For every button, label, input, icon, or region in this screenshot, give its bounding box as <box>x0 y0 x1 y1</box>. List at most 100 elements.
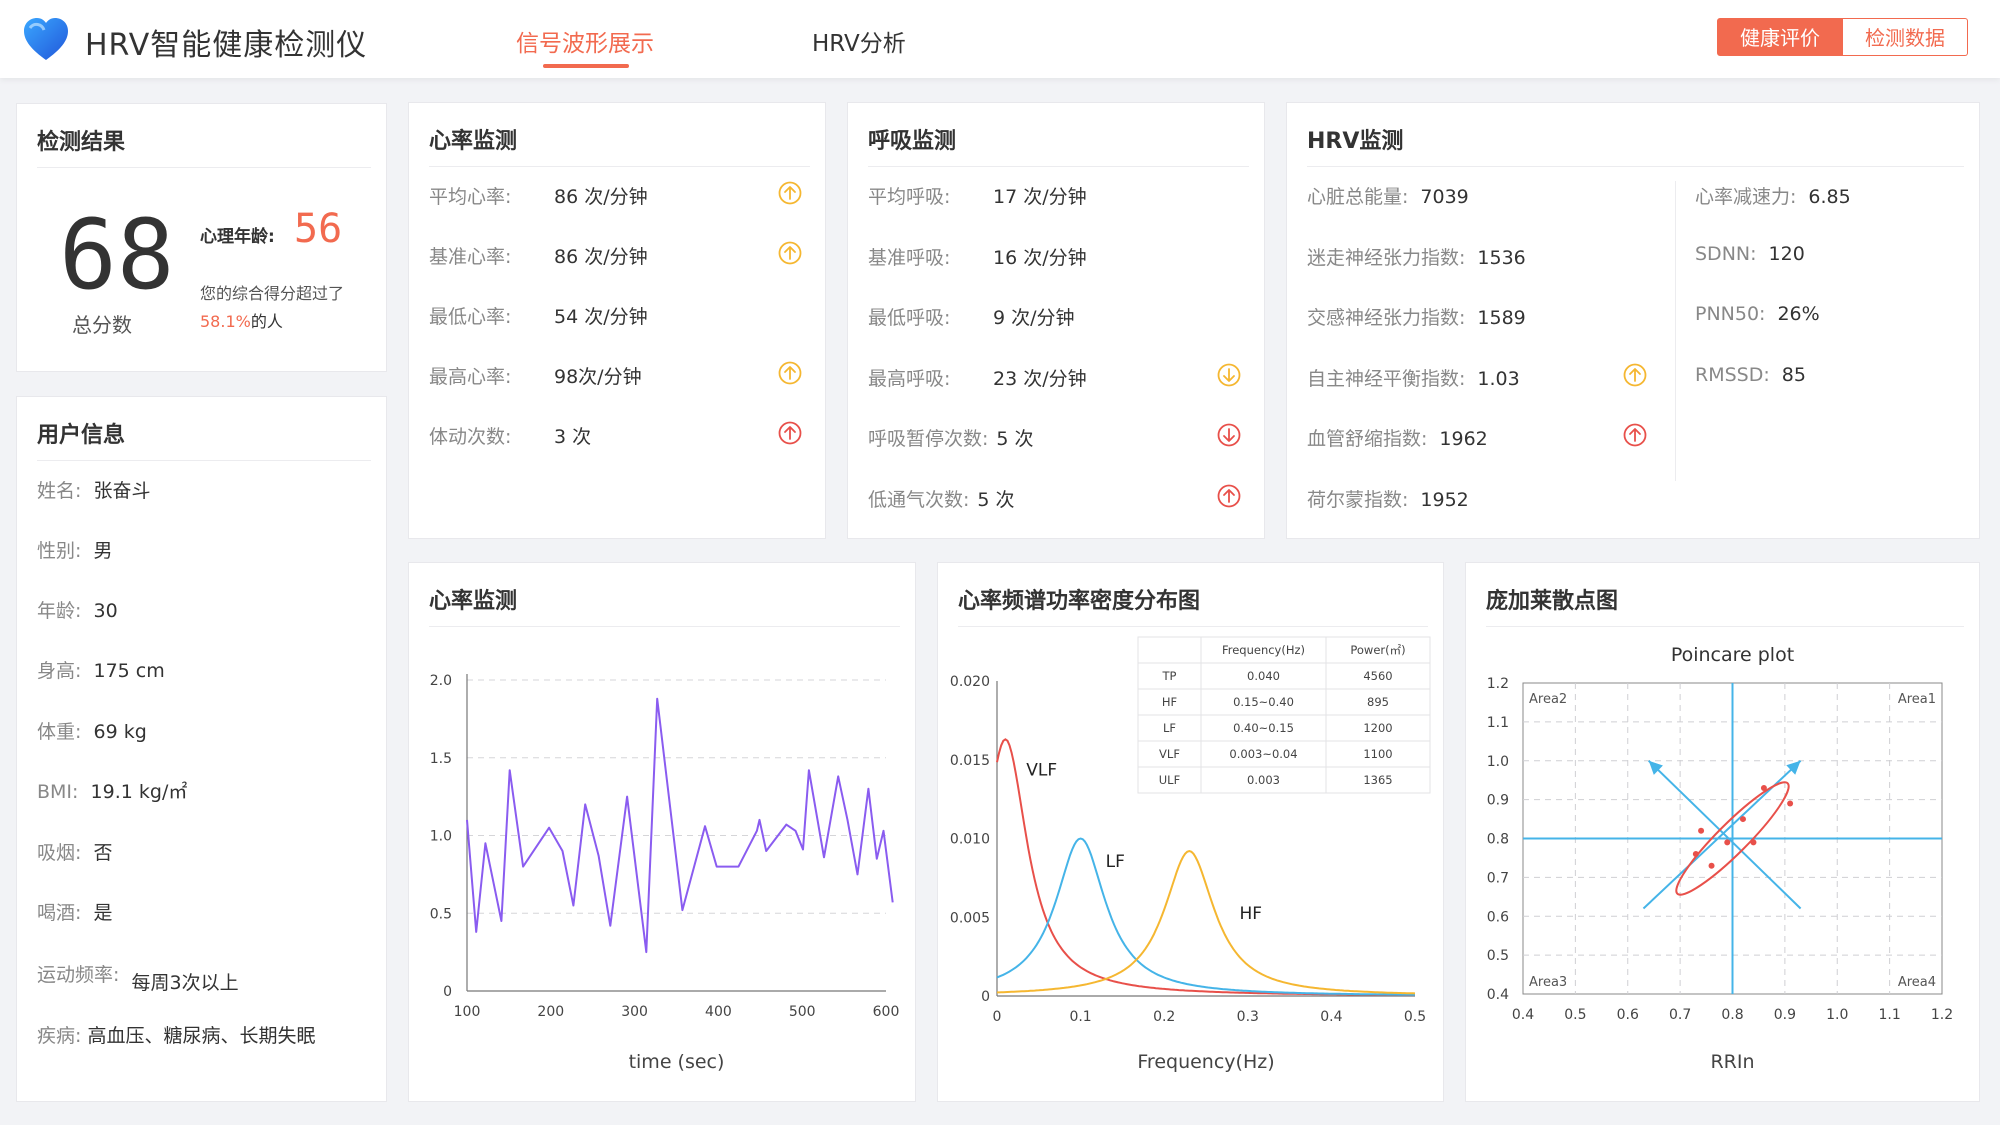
x-tick-label: 0.4 <box>1320 1009 1342 1025</box>
scatter-point <box>1692 851 1699 858</box>
heart-rate-row: 最低心率: 54 次/分钟 <box>429 302 648 329</box>
row-label: 体动次数: <box>429 426 512 448</box>
hrv-row: 血管舒缩指数: 1962 <box>1307 424 1488 451</box>
row-value: 1962 <box>1439 428 1488 450</box>
x-tick-label: 1.1 <box>1878 1007 1900 1023</box>
percent-value: 58.1% <box>200 312 251 331</box>
x-tick-label: 400 <box>705 1004 732 1020</box>
tab-hrv-analysis[interactable]: HRV分析 <box>812 24 906 58</box>
field-value: 175 cm <box>93 660 165 682</box>
divider <box>37 460 371 461</box>
tab-signal-waveform[interactable]: 信号波形展示 <box>516 24 654 58</box>
mental-age-label: 心理年龄: <box>200 227 275 247</box>
row-value: 6.85 <box>1808 186 1851 208</box>
hrv-row: 心脏总能量: 7039 <box>1307 182 1469 209</box>
row-value: 54 次/分钟 <box>554 306 648 328</box>
heart-logo-icon <box>24 18 68 60</box>
user-field-bmi: BMI: 19.1 kg/㎡ <box>37 777 187 804</box>
field-value: 69 kg <box>93 721 147 743</box>
row-label: 平均呼吸: <box>868 186 951 208</box>
row-value: 16 次/分钟 <box>993 246 1087 269</box>
field-value: 是 <box>93 902 113 924</box>
table-header: Frequency(Hz) <box>1222 643 1305 657</box>
table-cell: 1200 <box>1363 721 1392 735</box>
psd-series-lf <box>996 837 1415 996</box>
x-tick-label: 1.2 <box>1931 1007 1953 1023</box>
user-field-disease: 疾病: 高血压、糖尿病、长期失眠 <box>37 1021 315 1048</box>
row-value: 120 <box>1768 242 1805 265</box>
y-tick-label: 0.7 <box>1487 870 1509 886</box>
quadrant-label: Area3 <box>1529 975 1567 990</box>
row-label: 自主神经平衡指数: <box>1307 367 1466 390</box>
y-tick-label: 0.5 <box>430 906 452 922</box>
x-tick-label: 0.5 <box>1564 1007 1586 1023</box>
y-tick-label: 0.5 <box>1487 948 1509 964</box>
row-label: 低通气次数: <box>868 488 970 511</box>
field-value: 19.1 kg/㎡ <box>90 781 188 803</box>
table-cell: 4560 <box>1363 669 1392 683</box>
x-tick-label: 0.6 <box>1617 1007 1639 1023</box>
breath-card: 呼吸监测 平均呼吸: 17 次/分钟 基准呼吸: 16 次/分钟 最低呼吸: 9 次/分钟… <box>847 102 1265 539</box>
top-bar: HRV智能健康检测仪 信号波形展示 HRV分析 健康评价 检测数据 <box>0 0 2000 78</box>
app-title: HRV智能健康检测仪 <box>85 28 368 63</box>
icon-arrow <box>1629 428 1641 442</box>
score-percent: 58.1%的人 <box>200 308 283 332</box>
row-label: 最低心率: <box>429 306 512 328</box>
breath-row: 平均呼吸: 17 次/分钟 <box>868 182 1087 209</box>
breath-row: 基准呼吸: 16 次/分钟 <box>868 243 1087 270</box>
user-field-name: 姓名: 张奋斗 <box>37 476 151 503</box>
breath-row: 呼吸暂停次数: 5 次 <box>868 424 1034 451</box>
column-divider <box>1675 181 1676 481</box>
table-cell: LF <box>1163 721 1176 735</box>
row-value: 17 次/分钟 <box>993 186 1087 208</box>
hrv-row: 迷走神经张力指数: 1536 <box>1307 243 1526 270</box>
icon-arrow <box>784 246 796 260</box>
y-tick-label: 0.9 <box>1487 793 1509 809</box>
breath-title: 呼吸监测 <box>868 129 957 154</box>
hrv-row: 自主神经平衡指数: 1.03 <box>1307 364 1520 391</box>
y-tick-label: 0.6 <box>1487 909 1509 925</box>
quadrant-label: Area1 <box>1898 692 1936 707</box>
user-field-exercise: 运动频率: 每周3次以上 <box>37 960 239 994</box>
table-cell: 895 <box>1367 695 1389 709</box>
table-cell: 0.40~0.15 <box>1233 721 1294 735</box>
row-value: 23 次/分钟 <box>993 367 1087 390</box>
series-label: HF <box>1239 904 1262 924</box>
hr-chart-card: 心率监测 0 0.5 1.0 1.5 2.0 100 200 300 400 500 600 time… <box>408 562 916 1102</box>
table-cell: ULF <box>1159 773 1180 787</box>
health-eval-button[interactable]: 健康评价 <box>1717 18 1843 56</box>
row-label: 心率减速力: <box>1695 186 1797 208</box>
x-axis-label: RRIn <box>1710 1051 1754 1073</box>
icon-arrow <box>1223 488 1235 503</box>
arrow-up-circle-icon <box>778 421 802 445</box>
row-label: SDNN: <box>1695 242 1757 265</box>
percent-suffix: 的人 <box>250 312 283 331</box>
table-cell: 0.003 <box>1247 773 1280 787</box>
user-info-card: 用户信息 姓名: 张奋斗 性别: 男 年龄: 30 身高: 175 cm 体重:… <box>16 396 387 1102</box>
y-tick-label: 1.0 <box>1487 754 1509 770</box>
arrow-up-circle-icon <box>778 361 802 385</box>
x-tick-label: 0.3 <box>1237 1009 1259 1025</box>
score-description: 您的综合得分超过了 <box>200 284 345 303</box>
row-label: 最低呼吸: <box>868 307 951 329</box>
table-cell: 0.003~0.04 <box>1229 747 1297 761</box>
arrow-down-circle-icon <box>1217 363 1241 386</box>
arrow-down-circle-icon <box>1217 423 1241 447</box>
view-toggle: 健康评价 检测数据 <box>1717 18 1968 56</box>
divider <box>868 166 1249 167</box>
row-label: 呼吸暂停次数: <box>868 428 989 450</box>
scatter-point <box>1698 827 1705 834</box>
table-cell: VLF <box>1159 747 1180 761</box>
scatter-point <box>1739 816 1746 823</box>
x-axis-label: time (sec) <box>629 1051 725 1073</box>
row-value: 7039 <box>1420 186 1469 208</box>
row-label: 平均心率: <box>429 186 512 208</box>
row-label: 基准心率: <box>429 246 512 268</box>
x-tick-label: 100 <box>454 1004 481 1020</box>
hrv-title: HRV监测 <box>1307 129 1404 154</box>
x-tick-label: 0 <box>993 1009 1002 1025</box>
y-tick-label: 0.005 <box>950 910 990 926</box>
breath-row: 最高呼吸: 23 次/分钟 <box>868 364 1087 391</box>
detect-data-button[interactable]: 检测数据 <box>1843 18 1968 56</box>
user-field-smoking: 吸烟: 否 <box>37 838 113 865</box>
